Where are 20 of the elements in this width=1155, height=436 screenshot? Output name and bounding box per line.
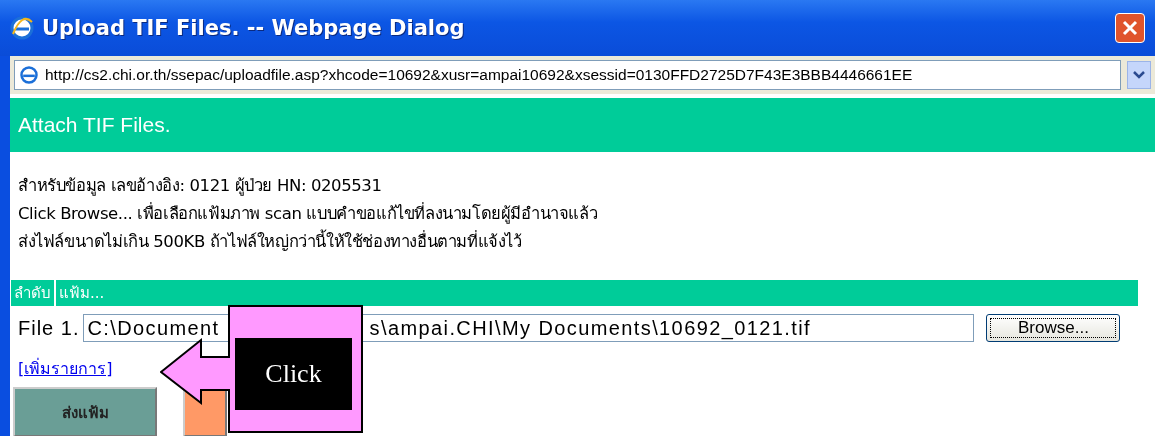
browse-button[interactable]: Browse... bbox=[986, 314, 1121, 342]
info-text: Click Browse... เพื่อเลือกแฟ้มภาพ scan แบบคำขอแก้ไขที่ลงนามโดยผู้มีอำนาจแล้ว bbox=[18, 201, 599, 226]
column-header: ลำดับ bbox=[11, 280, 54, 306]
address-field[interactable]: http://cs2.chi.or.th/ssepac/uploadfile.asp?xhcode=10692&xusr=ampai10692&xsessid=0130FFD2725D7F43E3BBB4446661EE bbox=[14, 60, 1121, 90]
close-button[interactable] bbox=[1115, 13, 1145, 43]
url-text: http://cs2.chi.or.th/ssepac/uploadfile.asp?xhcode=10692&xusr=ampai10692&xsessid=0130FFD2725D7F43E3BBB4446661EE bbox=[45, 66, 913, 84]
browser-icon bbox=[10, 16, 34, 40]
page-icon bbox=[19, 65, 39, 85]
add-item-link[interactable]: [เพิ่มรายการ] bbox=[18, 356, 113, 381]
info-text: ส่งไฟล์ขนาดไม่เกิน 500KB ถ้าไฟล์ใหญ่กว่านี้ให้ใช้ช่องทางอื่นตามที่แจ้งไว้ bbox=[18, 228, 1147, 256]
callout-text: Click bbox=[235, 338, 352, 410]
window-title: Upload TIF Files. -- Webpage Dialog bbox=[42, 16, 466, 40]
close-icon bbox=[1121, 19, 1139, 37]
file-label: File 1. bbox=[18, 316, 80, 340]
header-title: Attach TIF Files. bbox=[18, 113, 171, 137]
chevron-down-icon bbox=[1133, 71, 1145, 79]
column-header: แฟ้ม... bbox=[56, 280, 1138, 306]
info-text: สำหรับข้อมูล เลขอ้างอิง: 0121 ผู้ป่วย HN: 0205531 bbox=[18, 175, 383, 198]
dropdown-button[interactable] bbox=[1127, 61, 1151, 89]
send-file-button[interactable]: ส่งแฟ้ม bbox=[13, 387, 157, 436]
